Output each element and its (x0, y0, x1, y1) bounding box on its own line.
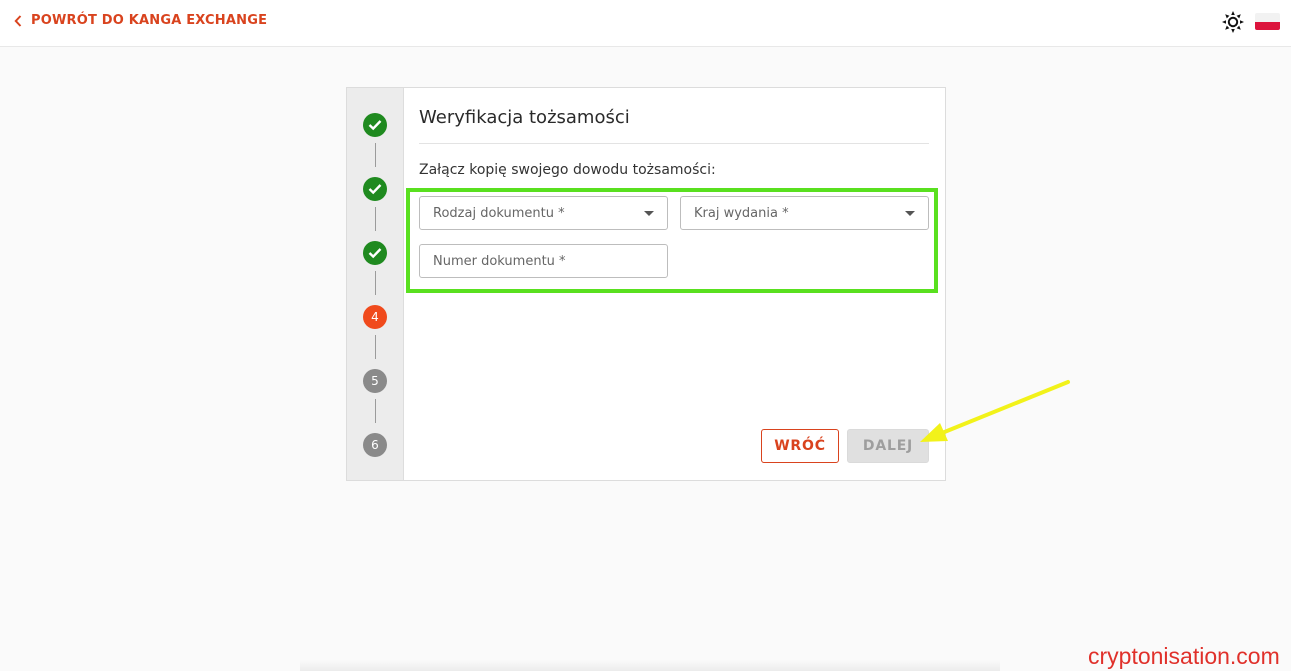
step-2-completed (363, 177, 387, 201)
issuing-country-placeholder: Kraj wydania * (694, 205, 789, 221)
step-connector (375, 271, 376, 295)
verification-card: 4 5 6 Weryfikacja tożsamości Załącz kopi… (346, 87, 946, 481)
document-number-input[interactable]: Numer dokumentu * (419, 244, 668, 278)
step-connector (375, 207, 376, 231)
step-connector (375, 143, 376, 167)
top-bar: POWRÓT DO KANGA EXCHANGE (0, 0, 1291, 47)
progress-stepper: 4 5 6 (347, 88, 404, 480)
step-6-pending: 6 (363, 433, 387, 457)
step-4-current: 4 (363, 305, 387, 329)
document-type-placeholder: Rodzaj dokumentu * (433, 205, 565, 221)
back-link-label: POWRÓT DO KANGA EXCHANGE (31, 13, 268, 28)
poland-flag-icon[interactable] (1255, 13, 1280, 30)
title-divider (419, 143, 929, 144)
step-5-pending: 5 (363, 369, 387, 393)
sun-icon[interactable] (1222, 11, 1244, 33)
checkmark-icon (368, 184, 382, 195)
chevron-left-icon (14, 14, 22, 27)
document-type-select[interactable]: Rodzaj dokumentu * (419, 196, 668, 230)
back-to-kanga-link[interactable]: POWRÓT DO KANGA EXCHANGE (14, 13, 267, 28)
next-button[interactable]: DALEJ (847, 429, 929, 463)
form-content: Weryfikacja tożsamości Załącz kopię swoj… (406, 88, 938, 480)
page-title: Weryfikacja tożsamości (419, 107, 630, 128)
checkmark-icon (368, 248, 382, 259)
step-connector (375, 399, 376, 423)
document-number-placeholder: Numer dokumentu * (433, 253, 566, 269)
dropdown-arrow-icon (905, 211, 915, 216)
watermark-text: cryptonisation.com (1088, 643, 1280, 669)
step-connector (375, 335, 376, 359)
dropdown-arrow-icon (644, 211, 654, 216)
step-1-completed (363, 113, 387, 137)
issuing-country-select[interactable]: Kraj wydania * (680, 196, 929, 230)
upload-instruction: Załącz kopię swojego dowodu tożsamości: (419, 162, 716, 178)
checkmark-icon (368, 120, 382, 131)
bottom-shadow (300, 660, 1000, 671)
step-3-completed (363, 241, 387, 265)
back-button[interactable]: WRÓĆ (761, 429, 839, 463)
